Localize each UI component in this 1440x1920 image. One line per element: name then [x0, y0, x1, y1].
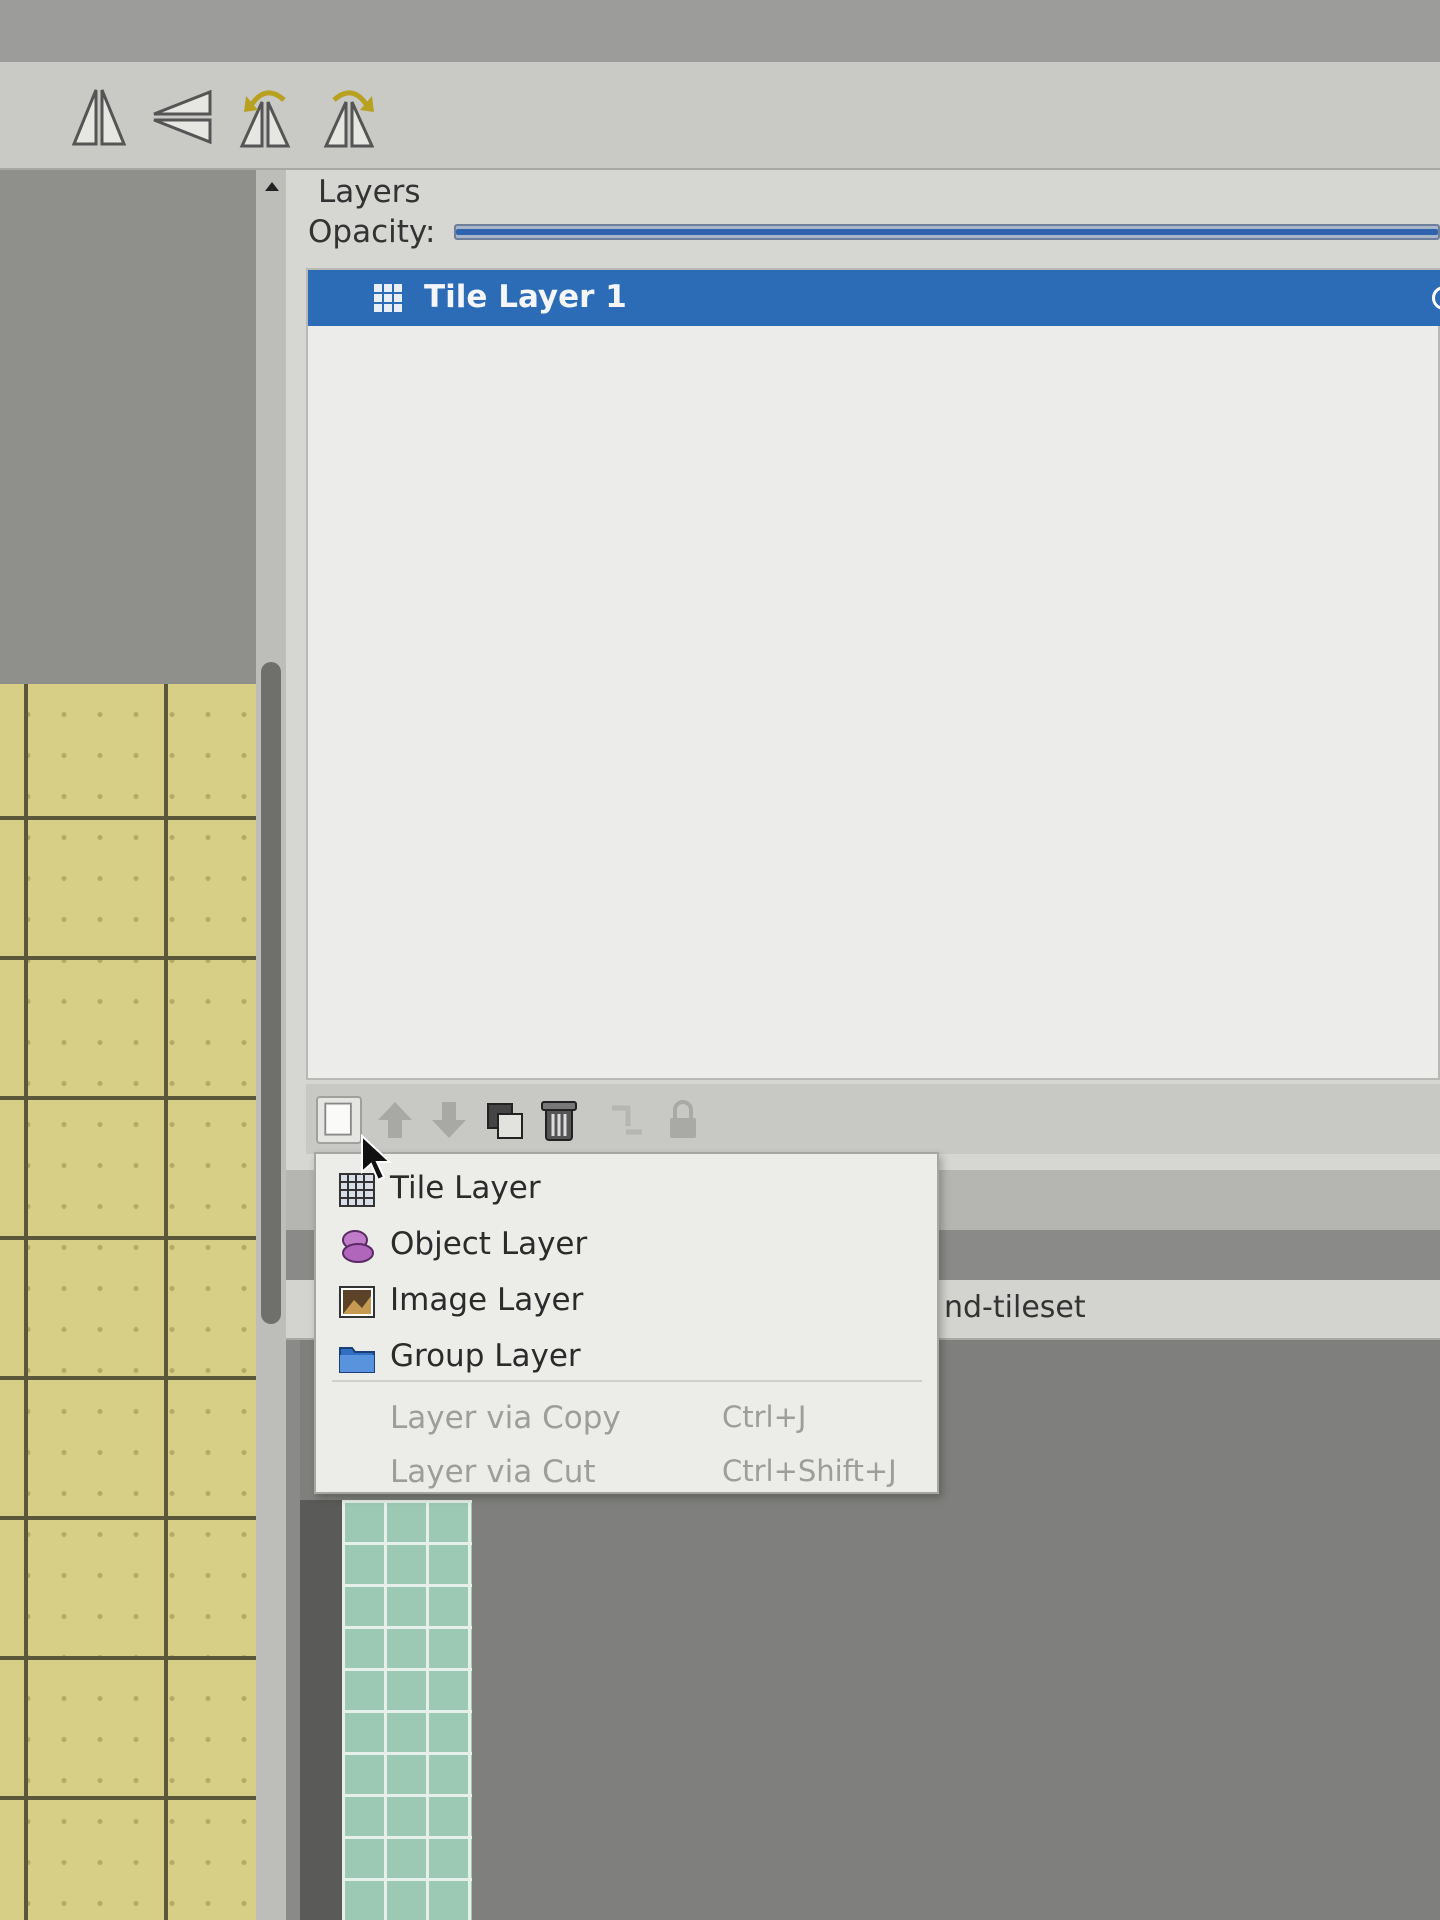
- menu-item-shortcut: Ctrl+Shift+J: [722, 1454, 897, 1488]
- menu-item-label: Layer via Cut: [390, 1454, 596, 1490]
- trash-icon[interactable]: [536, 1096, 582, 1144]
- visibility-eye-icon[interactable]: [1432, 286, 1440, 310]
- opacity-slider-fill: [456, 229, 1438, 235]
- layer-tools-bar: [306, 1084, 1440, 1154]
- toggle-visibility-icon[interactable]: [604, 1096, 650, 1144]
- map-vertical-scrollbar[interactable]: [256, 170, 286, 1920]
- menu-item-layer-via-cut[interactable]: Layer via Cut Ctrl+Shift+J: [316, 1446, 937, 1500]
- map-canvas-background[interactable]: [0, 170, 256, 684]
- new-layer-icon[interactable]: [316, 1096, 362, 1144]
- tileset-image-edge: [300, 1500, 342, 1920]
- menu-item-shortcut: Ctrl+J: [722, 1400, 807, 1434]
- menu-item-object-layer[interactable]: Object Layer: [316, 1218, 937, 1272]
- new-layer-menu: Tile Layer Object Layer Image Layer Grou…: [314, 1152, 939, 1494]
- layers-panel: Layers Opacity: Tile Layer 1: [286, 170, 1440, 1170]
- lock-icon[interactable]: [660, 1096, 706, 1144]
- layer-list[interactable]: Tile Layer 1: [306, 268, 1440, 1080]
- menu-item-label: Tile Layer: [390, 1170, 541, 1206]
- mouse-pointer-icon: [360, 1133, 396, 1184]
- layer-row-tile-layer-1[interactable]: Tile Layer 1: [308, 270, 1440, 326]
- opacity-label: Opacity:: [308, 214, 436, 250]
- menu-item-group-layer[interactable]: Group Layer: [316, 1330, 937, 1384]
- layer-name: Tile Layer 1: [424, 279, 627, 315]
- menu-item-label: Object Layer: [390, 1226, 588, 1262]
- flip-horizontal-icon[interactable]: [64, 82, 134, 152]
- menu-item-label: Layer via Copy: [390, 1400, 621, 1436]
- menu-item-layer-via-copy[interactable]: Layer via Copy Ctrl+J: [316, 1392, 937, 1446]
- menu-separator: [332, 1380, 922, 1382]
- flip-vertical-icon[interactable]: [148, 82, 218, 152]
- scroll-up-arrow-icon[interactable]: [265, 182, 279, 191]
- menu-item-label: Image Layer: [390, 1282, 584, 1318]
- rotate-right-icon[interactable]: [316, 82, 386, 152]
- opacity-slider[interactable]: [454, 224, 1440, 240]
- menu-item-label: Group Layer: [390, 1338, 581, 1374]
- group-layer-icon: [338, 1340, 376, 1376]
- duplicate-icon[interactable]: [482, 1096, 528, 1144]
- map-canvas-tiles[interactable]: [0, 684, 256, 1920]
- menu-item-image-layer[interactable]: Image Layer: [316, 1274, 937, 1328]
- object-layer-icon: [338, 1228, 376, 1264]
- image-layer-icon: [338, 1284, 376, 1320]
- menu-item-tile-layer[interactable]: Tile Layer: [316, 1162, 937, 1216]
- tile-layer-icon: [372, 282, 404, 314]
- arrow-down-icon[interactable]: [426, 1096, 472, 1144]
- scrollbar-thumb[interactable]: [261, 662, 281, 1324]
- tileset-tab[interactable]: nd-tileset: [944, 1290, 1086, 1325]
- rotate-left-icon[interactable]: [232, 82, 302, 152]
- panel-title: Layers: [318, 174, 421, 210]
- main-toolbar: [0, 62, 1440, 170]
